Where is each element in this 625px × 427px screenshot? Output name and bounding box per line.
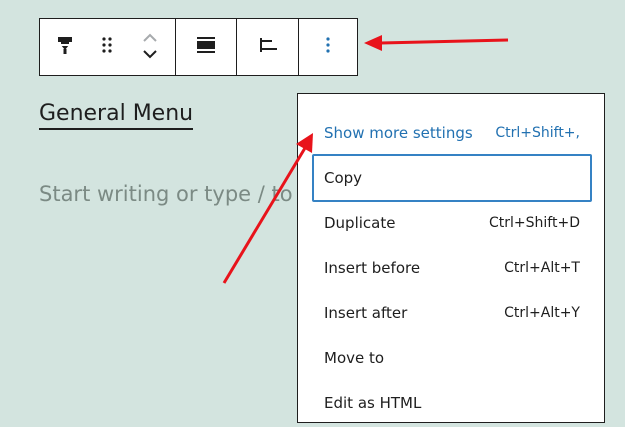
menu-item-edit-as-html[interactable]: Edit as HTML xyxy=(312,379,592,427)
align-group xyxy=(176,19,237,75)
menu-item-duplicate[interactable]: Duplicate Ctrl+Shift+D xyxy=(312,199,592,247)
menu-item-insert-after[interactable]: Insert after Ctrl+Alt+Y xyxy=(312,289,592,337)
menu-item-show-more-settings[interactable]: Show more settings Ctrl+Shift+, xyxy=(312,109,592,157)
block-type-group xyxy=(40,19,176,75)
arrow-to-options-button xyxy=(364,35,509,51)
menu-item-label: Insert before xyxy=(324,259,421,277)
menu-item-shortcut: Ctrl+Shift+D xyxy=(489,215,580,231)
menu-item-label: Move to xyxy=(324,349,385,367)
justify-button[interactable] xyxy=(237,19,298,75)
justify-left-icon xyxy=(257,35,279,59)
options-group xyxy=(299,19,357,75)
navigation-icon xyxy=(55,34,75,60)
align-center-icon xyxy=(195,35,217,59)
menu-item-insert-before[interactable]: Insert before Ctrl+Alt+T xyxy=(312,244,592,292)
more-vertical-icon xyxy=(324,35,332,59)
block-options-dropdown: Show more settings Ctrl+Shift+, Copy Dup… xyxy=(297,93,605,423)
options-button[interactable] xyxy=(299,19,357,75)
menu-item-label: Insert after xyxy=(324,304,408,322)
menu-item-label: Edit as HTML xyxy=(324,394,422,412)
menu-item-shortcut: Ctrl+Alt+Y xyxy=(504,305,580,321)
chevron-down-icon[interactable] xyxy=(141,47,159,65)
menu-item-label: Show more settings xyxy=(324,124,473,142)
mover-controls xyxy=(125,19,175,75)
justify-group xyxy=(237,19,299,75)
drag-handle[interactable] xyxy=(90,19,126,75)
menu-item-label: Copy xyxy=(324,169,363,187)
navigation-menu-title[interactable]: General Menu xyxy=(39,100,194,130)
align-button[interactable] xyxy=(176,19,236,75)
menu-item-shortcut: Ctrl+Shift+, xyxy=(495,125,580,141)
block-toolbar xyxy=(39,18,358,76)
drag-handle-icon xyxy=(100,35,114,59)
menu-item-shortcut: Ctrl+Alt+T xyxy=(504,260,580,276)
chevron-up-icon[interactable] xyxy=(141,29,159,47)
menu-item-copy[interactable]: Copy xyxy=(312,154,592,202)
menu-item-move-to[interactable]: Move to xyxy=(312,334,592,382)
paragraph-placeholder[interactable]: Start writing or type / to xyxy=(39,180,293,208)
menu-item-label: Duplicate xyxy=(324,214,396,232)
block-type-button[interactable] xyxy=(40,19,90,75)
